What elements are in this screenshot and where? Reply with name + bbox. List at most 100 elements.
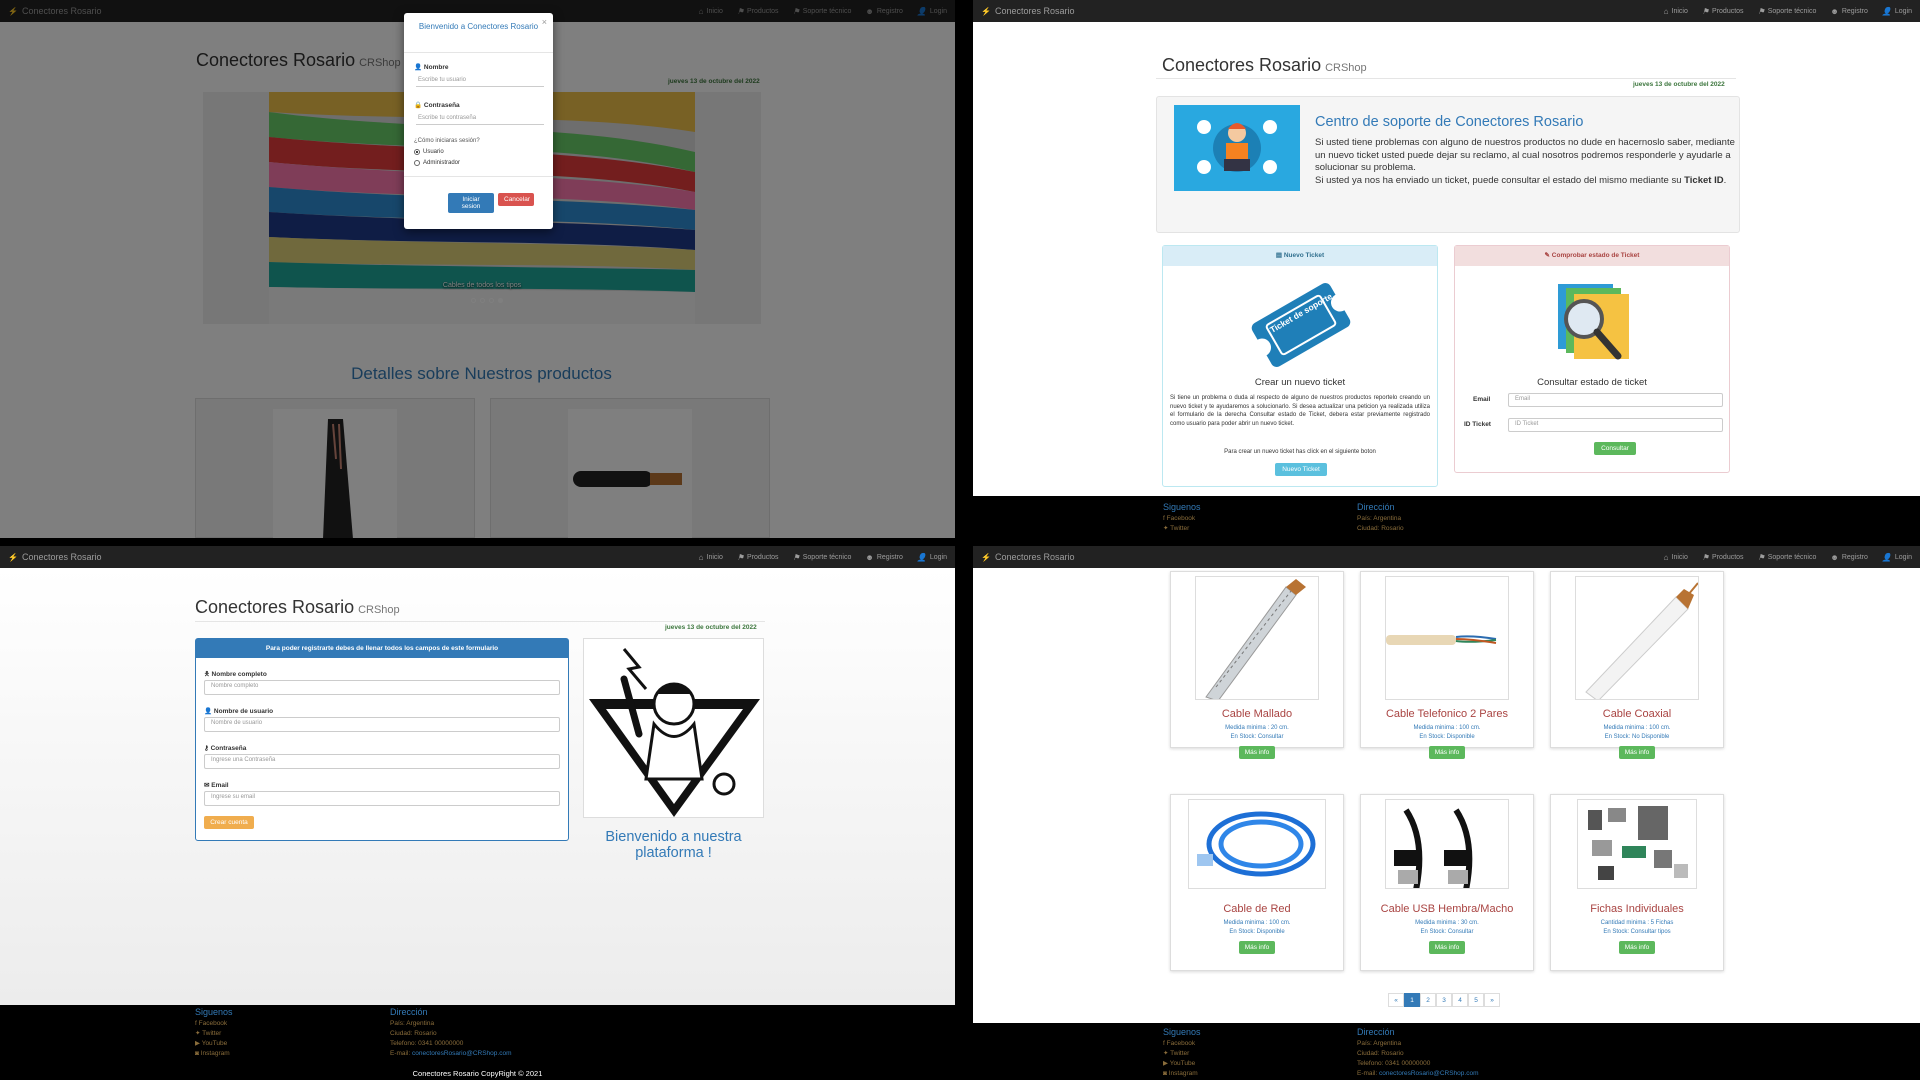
- email-label: ✉ Email: [204, 782, 229, 789]
- nav-inicio[interactable]: ⌂Inicio: [699, 553, 723, 562]
- ticket-id-input[interactable]: ID Ticket: [1508, 418, 1723, 432]
- divider: [1156, 78, 1736, 79]
- page-5[interactable]: 5: [1468, 993, 1484, 1007]
- page-next[interactable]: »: [1484, 993, 1500, 1007]
- more-info-button[interactable]: Más info: [1238, 941, 1276, 954]
- modal-close-button[interactable]: ×: [542, 17, 547, 27]
- footer-ciudad: Ciudad: Rosario: [390, 1030, 437, 1037]
- footer-follow: Siguenos f Facebook ✦ Twitter: [1163, 502, 1201, 534]
- brand-link[interactable]: ⚡Conectores Rosario: [981, 552, 1075, 562]
- page-4[interactable]: 4: [1452, 993, 1468, 1007]
- fullname-input[interactable]: Nombre completo: [204, 680, 560, 695]
- radio-button[interactable]: [414, 160, 420, 166]
- nav-registro[interactable]: ☻Registro: [1830, 553, 1868, 562]
- envelope-icon: ✉: [204, 782, 210, 789]
- bolt-icon: ⚡: [8, 552, 18, 562]
- radio-usuario[interactable]: Usuario: [414, 149, 444, 155]
- footer-instagram-link[interactable]: ◙ Instagram: [195, 1049, 233, 1059]
- lock-icon: 🔒: [414, 102, 423, 109]
- login-button[interactable]: Iniciar sesion: [448, 193, 494, 213]
- footer-pais: País: Argentina: [1357, 515, 1402, 522]
- nav-inicio[interactable]: ⌂Inicio: [1664, 553, 1688, 562]
- page-2[interactable]: 2: [1420, 993, 1436, 1007]
- more-info-button[interactable]: Más info: [1238, 746, 1276, 759]
- bolt-icon: ⚡: [981, 6, 991, 16]
- footer-twitter-link[interactable]: ✦ Twitter: [1163, 524, 1201, 534]
- footer-email: E-mail: conectoresRosario@CRShop.com: [390, 1050, 512, 1057]
- register-screen: ⚡ Conectores Rosario ⌂ Inicio ⚑ Productos ⚑…: [0, 546, 955, 1080]
- copyright: Conectores Rosario CopyRight © 2021: [412, 1069, 543, 1078]
- support-title: Centro de soporte de Conectores Rosario: [1315, 114, 1584, 130]
- ticket-email-input[interactable]: Email: [1508, 393, 1723, 407]
- twitter-icon: ✦: [195, 1030, 201, 1037]
- footer-address-title: Dirección: [1357, 502, 1395, 512]
- footer-pais: País: Argentina: [1357, 1040, 1402, 1047]
- bolt-icon: ⚡: [981, 552, 991, 562]
- nav-registro[interactable]: ☻Registro: [865, 553, 903, 562]
- nav-productos[interactable]: ⚑Productos: [1702, 553, 1744, 562]
- product-title: Cable Telefonico 2 Pares: [1385, 708, 1509, 720]
- support-description: Si usted tiene problemas con alguno de n…: [1315, 137, 1735, 186]
- new-ticket-button[interactable]: Nuevo Ticket: [1275, 463, 1327, 476]
- consult-button[interactable]: Consultar: [1594, 442, 1636, 455]
- nav-soporte[interactable]: ⚑Soporte técnico: [1758, 7, 1817, 16]
- password-input[interactable]: Escribe tu contraseña: [416, 111, 544, 125]
- home-icon: ⌂: [1663, 552, 1669, 562]
- nav-login[interactable]: 👤Login: [1882, 7, 1912, 16]
- email-input[interactable]: Ingrese su email: [204, 791, 560, 806]
- more-info-button[interactable]: Más info: [1618, 941, 1656, 954]
- nav-productos[interactable]: ⚑Productos: [1702, 7, 1744, 16]
- nav-registro[interactable]: ☻Registro: [1830, 7, 1868, 16]
- nav-soporte[interactable]: ⚑Soporte técnico: [793, 553, 852, 562]
- footer-instagram-link[interactable]: ◙ Instagram: [1163, 1069, 1201, 1079]
- footer-facebook-link[interactable]: f Facebook: [195, 1019, 233, 1029]
- page-3[interactable]: 3: [1436, 993, 1452, 1007]
- page-1[interactable]: 1: [1404, 993, 1420, 1007]
- password-input[interactable]: Ingrese una Contraseña: [204, 754, 560, 769]
- page-subtitle: CRShop: [358, 604, 400, 616]
- new-ticket-description: Si tiene un problema o duda al respecto …: [1170, 395, 1430, 427]
- nav-soporte[interactable]: ⚑Soporte técnico: [1758, 553, 1817, 562]
- footer-email-link[interactable]: conectoresRosario@CRShop.com: [1379, 1070, 1478, 1077]
- more-info-button[interactable]: Más info: [1428, 746, 1466, 759]
- product-meta: Medida minima : 100 cm. En Stock: No Disp…: [1603, 725, 1671, 740]
- user-icon: 👤: [1881, 552, 1892, 562]
- footer-facebook-link[interactable]: f Facebook: [1163, 1039, 1201, 1049]
- footer-youtube-link[interactable]: ▶ YouTube: [1163, 1059, 1201, 1069]
- person-icon: 🯅: [204, 671, 210, 678]
- nav-login[interactable]: 👤Login: [1882, 553, 1912, 562]
- user-icon: 👤: [414, 64, 423, 71]
- home-icon: ⌂: [1663, 6, 1669, 16]
- product-meta: Medida minima : 30 cm. En Stock: Consulta…: [1415, 920, 1479, 935]
- nav-inicio[interactable]: ⌂Inicio: [1664, 7, 1688, 16]
- nav-login[interactable]: 👤Login: [917, 553, 947, 562]
- ticket-id-label: Ticket ID: [1684, 174, 1724, 186]
- cancel-button[interactable]: Cancelar: [498, 193, 534, 206]
- twitter-icon: ✦: [1163, 1050, 1169, 1057]
- footer: Siguenos f Facebook ✦ Twitter Dirección …: [973, 496, 1920, 538]
- footer-address: Dirección País: Argentina Ciudad: Rosari…: [390, 1007, 512, 1059]
- nav-productos[interactable]: ⚑Productos: [737, 553, 779, 562]
- footer-telefono: Telefono: 0341 00000000: [390, 1040, 464, 1047]
- username-input[interactable]: Nombre de usuario: [204, 717, 560, 732]
- footer-twitter-link[interactable]: ✦ Twitter: [1163, 1049, 1201, 1059]
- more-info-button[interactable]: Más info: [1618, 746, 1656, 759]
- radio-administrador[interactable]: Administrador: [414, 160, 460, 166]
- brand-link[interactable]: ⚡Conectores Rosario: [8, 552, 102, 562]
- product-image: [1195, 576, 1319, 700]
- radio-button[interactable]: [414, 149, 420, 155]
- flag-icon: ⚑: [1701, 6, 1710, 16]
- username-input[interactable]: Escribe tu usuario: [416, 73, 544, 87]
- footer-twitter-link[interactable]: ✦ Twitter: [195, 1029, 233, 1039]
- more-info-button[interactable]: Más info: [1428, 941, 1466, 954]
- product-card: Cable Coaxial Medida minima : 100 cm. En …: [1550, 571, 1724, 759]
- footer-youtube-link[interactable]: ▶ YouTube: [195, 1039, 233, 1049]
- footer-facebook-link[interactable]: f Facebook: [1163, 514, 1201, 524]
- page-prev[interactable]: «: [1388, 993, 1404, 1007]
- create-account-button[interactable]: Crear cuenta: [204, 816, 254, 829]
- footer-follow: Siguenos f Facebook ✦ Twitter ▶ YouTube …: [195, 1007, 233, 1059]
- username-label: 👤 Nombre de usuario: [204, 708, 274, 715]
- footer-email-link[interactable]: conectoresRosario@CRShop.com: [412, 1050, 511, 1057]
- file-icon: ▤: [1275, 252, 1282, 259]
- brand-link[interactable]: ⚡Conectores Rosario: [981, 6, 1075, 16]
